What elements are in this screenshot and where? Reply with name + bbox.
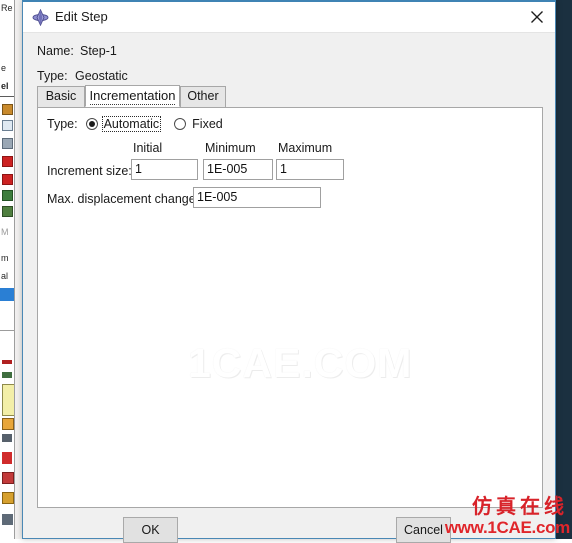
tab-focus-indicator	[90, 103, 175, 105]
background-viewport-pane	[556, 0, 572, 539]
dialog-titlebar: Edit Step	[23, 2, 555, 33]
tab-basic[interactable]: Basic	[37, 86, 85, 107]
tree-material-icon	[2, 120, 13, 131]
tree-part-icon	[2, 104, 13, 115]
increment-size-maximum-input[interactable]: 1	[276, 159, 344, 180]
tab-incrementation-label: Incrementation	[89, 88, 176, 103]
increment-size-label: Increment size:	[47, 164, 132, 178]
tree-job-icon	[2, 434, 12, 442]
ok-button[interactable]: OK	[123, 517, 178, 543]
tab-incrementation[interactable]: Incrementation	[85, 85, 180, 107]
tree-row[interactable]	[0, 22, 14, 35]
tree-section-icon	[2, 138, 13, 149]
column-header-maximum: Maximum	[278, 141, 333, 155]
tree-marker-icon	[2, 360, 12, 364]
tree-sketch-icon	[2, 472, 14, 484]
tree-grid-icon	[2, 514, 13, 525]
name-label: Name:	[37, 44, 74, 58]
type-label: Type:	[37, 69, 68, 83]
tree-row[interactable]: m	[0, 252, 14, 265]
radio-fixed-label: Fixed	[192, 117, 223, 131]
cancel-button[interactable]: Cancel	[396, 517, 451, 543]
center-watermark: 1CAE.COM	[188, 340, 413, 386]
tree-assembly-icon	[2, 156, 13, 167]
increment-type-row: Type: Automatic Fixed	[47, 116, 225, 132]
tab-other[interactable]: Other	[180, 86, 226, 107]
max-displacement-change-input[interactable]: 1E-005	[193, 187, 321, 208]
tab-other-label: Other	[187, 89, 219, 103]
tree-mesh-icon	[2, 418, 14, 430]
tabstrip: Basic Incrementation Other	[37, 85, 543, 107]
tree-optimization-icon	[2, 492, 14, 504]
edit-step-dialog: Edit Step Name: Step-1 Type: Geostatic B…	[22, 0, 556, 543]
type-value: Geostatic	[75, 69, 128, 83]
tree-load-icon	[2, 206, 13, 217]
abaqus-diamond-icon	[32, 8, 49, 27]
close-icon[interactable]	[525, 6, 549, 28]
increment-type-label: Type:	[47, 117, 78, 131]
background-model-tree[interactable]: Re e el M m al	[0, 0, 15, 539]
increment-size-minimum-input[interactable]: 1E-005	[203, 159, 273, 180]
tree-interaction-icon	[2, 190, 13, 201]
radio-automatic[interactable]: Automatic	[85, 116, 162, 132]
tree-divider	[0, 330, 14, 343]
tree-row[interactable]: Re	[0, 2, 14, 15]
tree-row[interactable]: al	[0, 270, 14, 283]
tree-row[interactable]: el	[0, 80, 14, 93]
tree-step-icon	[2, 174, 13, 185]
radio-automatic-indicator	[85, 118, 98, 130]
incrementation-panel: Type: Automatic Fixed Initial Minimum Ma…	[37, 107, 543, 508]
dialog-footer: OK Cancel	[23, 506, 555, 543]
tree-note-icon	[2, 384, 14, 416]
increment-size-initial-input[interactable]: 1	[131, 159, 198, 180]
max-displacement-change-label: Max. displacement change:	[47, 192, 200, 206]
radio-fixed-indicator	[174, 118, 187, 130]
tree-visualization-icon	[2, 452, 12, 464]
tree-row-selected[interactable]	[0, 288, 14, 301]
name-value: Step-1	[80, 44, 117, 58]
tree-marker-icon	[2, 372, 12, 378]
column-header-initial: Initial	[133, 141, 163, 155]
column-header-minimum: Minimum	[205, 141, 256, 155]
radio-automatic-label: Automatic	[101, 116, 162, 132]
tab-basic-label: Basic	[45, 89, 77, 103]
tree-row[interactable]: M	[0, 226, 14, 239]
dialog-title: Edit Step	[55, 9, 108, 24]
radio-fixed[interactable]: Fixed	[174, 117, 225, 131]
tree-row[interactable]: e	[0, 62, 14, 75]
tree-row[interactable]	[0, 36, 14, 49]
